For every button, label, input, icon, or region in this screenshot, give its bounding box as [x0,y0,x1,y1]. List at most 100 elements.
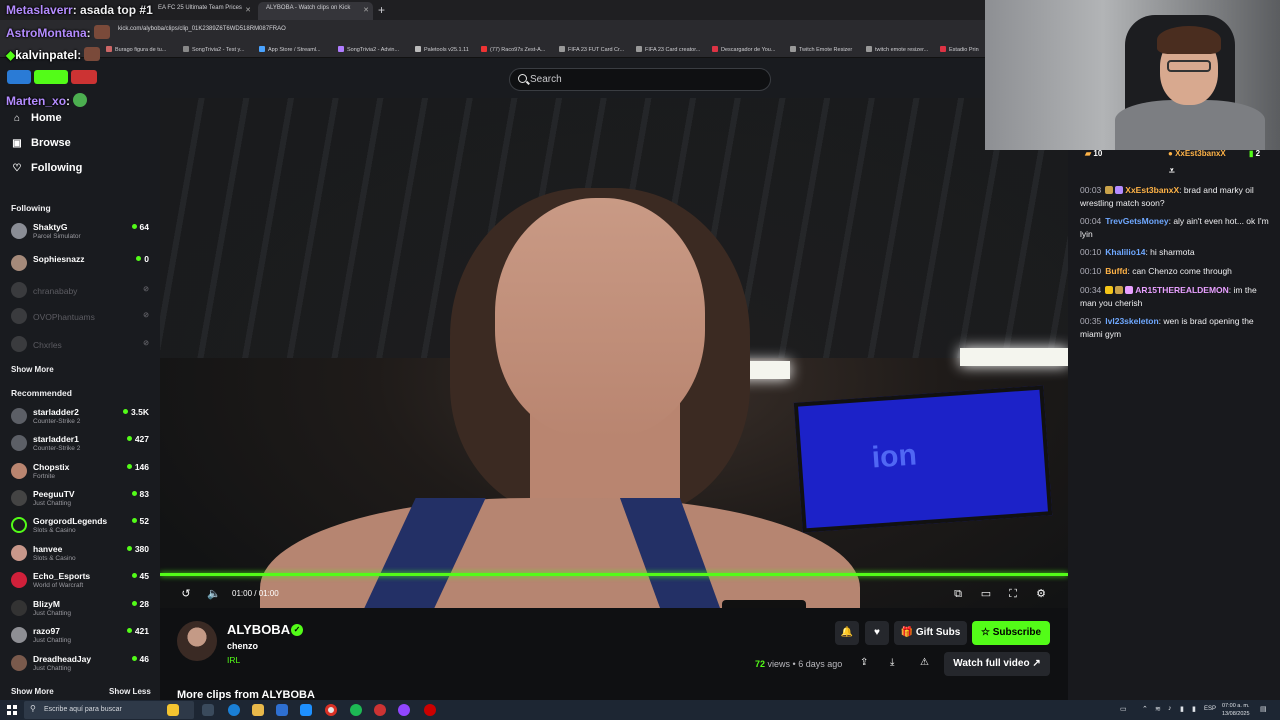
app-icon[interactable] [167,704,179,716]
ceiling-light [960,348,1068,366]
sidebar-channel-offline[interactable]: chranababy ⊘ [11,279,151,303]
browser-tab[interactable]: EA FC 25 Ultimate Team Prices ✕ [150,2,255,20]
sidebar-channel-offline[interactable]: OVOPhantuams ⊘ [11,305,151,329]
notification-icon[interactable]: ▤ [1260,705,1267,713]
progress-bar[interactable] [160,573,1068,576]
follow-heart-icon[interactable]: ♥ [865,621,889,645]
search-input[interactable]: Search [509,68,771,91]
search-icon: ⚲ [30,704,36,713]
chevron-up-icon[interactable]: ⌃ [1142,705,1148,713]
chat-username[interactable]: lvl23skeleton [1105,316,1158,326]
theater-icon[interactable]: ▭ [979,587,993,601]
sidebar-channel-offline[interactable]: Chxrles ⊘ [11,333,151,357]
streamer-avatar[interactable] [177,621,217,661]
sidebar-channel[interactable]: GorgorodLegends Slots & Casino 52 [11,514,151,538]
sidebar-channel[interactable]: Chopstix Fortnite 146 [11,460,151,484]
show-more-following[interactable]: Show More [11,365,54,374]
app-icon[interactable] [424,704,436,716]
fullscreen-icon[interactable]: ⛶ [1006,587,1020,601]
sidebar-channel[interactable]: hanvee Slots & Casino 380 [11,542,151,566]
browser-tab-active[interactable]: ALYBOBA - Watch clips on Kick ✕ [258,2,373,20]
bookmark-item[interactable]: FIFA 23 FUT Card Cr... [559,46,624,53]
chat-username[interactable]: XxEst3banxX [1125,185,1179,195]
sidebar-channel[interactable]: starladder1 Counter-Strike 2 427 [11,432,151,456]
show-less-recommended[interactable]: Show Less [109,687,151,696]
nav-browse[interactable]: ▣ Browse [11,137,70,149]
windows-start-icon[interactable] [7,705,17,715]
overlay-badge-icon: ◆ [6,48,16,62]
chat-username[interactable]: Khalilio14 [1105,247,1145,257]
chat-username[interactable]: TrevGetsMoney [1105,216,1168,226]
avatar [11,255,27,271]
pinned-icon[interactable]: ⩡ [1169,166,1175,177]
bookmark-item[interactable]: Burago figura de tu... [106,46,166,53]
replay-icon[interactable]: ↺ [179,587,193,601]
new-tab-icon[interactable]: + [378,3,385,17]
sidebar-channel[interactable]: DreadheadJay Just Chatting 46 [11,652,151,676]
address-bar[interactable]: kick.com/alyboba/clips/clip_01K2389Z6T6W… [0,20,985,41]
sidebar-channel[interactable]: ShaktyG Parcel Simulator 64 [11,220,151,244]
bookmark-item[interactable]: FIFA 23 Card creator... [636,46,700,53]
chrome-icon[interactable] [325,704,337,716]
bookmark-item[interactable]: App Store / Streaml... [259,46,321,53]
nav-home[interactable]: ⌂ Home [11,112,62,124]
bookmark-item[interactable]: SongTrivia2 - Advin... [338,46,399,53]
settings-icon[interactable]: ⚙ [1034,587,1048,601]
overlay-user: Metaslaverr [6,3,73,17]
webcam-overlay [985,0,1280,150]
sidebar-channel[interactable]: Sophiesnazz 0 [11,252,151,276]
network-icon[interactable]: ≋ [1155,705,1161,713]
volume-icon[interactable]: 🔈 [207,587,221,601]
subscribe-button[interactable]: ☆ Subscribe [972,621,1050,645]
app-icon[interactable] [276,704,288,716]
bookmark-item[interactable]: Paletools v25.1.11 [415,46,469,53]
system-clock[interactable]: 07:00 a. m. 13/08/2025 [1222,702,1250,718]
bookmark-item[interactable]: (77) Raco97s Zest-A... [481,46,545,53]
language-indicator[interactable]: ESP [1204,706,1216,712]
streamer-name[interactable]: ALYBOBA [227,622,290,637]
notification-bell-icon[interactable]: 🔔 [835,621,859,645]
task-view-icon[interactable] [202,704,214,716]
chat-username[interactable]: Buffd [1105,266,1127,276]
channel-category: Slots & Casino [33,555,76,562]
tray-icon[interactable]: ▮ [1192,705,1196,713]
app-icon[interactable] [300,704,312,716]
gift-subs-button[interactable]: 🎁 Gift Subs [894,621,967,645]
clip-category[interactable]: IRL [227,655,240,665]
close-icon[interactable]: ✕ [363,6,369,14]
edge-icon[interactable] [228,704,240,716]
report-icon[interactable]: ⚠ [920,657,929,668]
shoulders [260,498,860,608]
sidebar-channel[interactable]: Echo_Esports World of Warcraft 45 [11,569,151,593]
chat-username[interactable]: AR15THEREALDEMON [1135,285,1229,295]
download-icon[interactable]: ⤓ [890,657,894,668]
sidebar-channel[interactable]: razo97 Just Chatting 421 [11,624,151,648]
video-player[interactable]: ion ↺ 🔈 01:00 / 01:00 ⧉ ▭ ⛶ ⚙ [160,98,1068,608]
show-more-recommended[interactable]: Show More [11,687,54,696]
bookmark-item[interactable]: SongTrivia2 - Test y... [183,46,244,53]
app-icon[interactable] [398,704,410,716]
pip-icon[interactable]: ⧉ [951,587,965,601]
file-explorer-icon[interactable] [252,704,264,716]
bookmark-item[interactable]: Estadio Prin [940,46,979,53]
emote-icon [71,70,97,84]
volume-icon[interactable]: ♪ [1168,705,1172,712]
bookmark-item[interactable]: twitch emote resizer... [866,46,928,53]
nav-following[interactable]: ♡ Following [11,162,83,174]
spotify-icon[interactable] [350,704,362,716]
overlay-emotes [4,70,97,85]
overlay-chat-line: AstroMontana: [6,25,110,40]
tray-icon[interactable]: ▮ [1180,705,1184,713]
overlay-user: Marten_xo [6,94,67,108]
app-icon[interactable] [374,704,386,716]
close-icon[interactable]: ✕ [245,6,251,14]
tray-icon[interactable]: ▭ [1120,705,1127,713]
sidebar-channel[interactable]: starladder2 Counter-Strike 2 3.5K [11,405,151,429]
url-text[interactable]: kick.com/alyboba/clips/clip_01K2389Z6T6W… [118,26,286,32]
sidebar-channel[interactable]: BlizyM Just Chatting 28 [11,597,151,621]
bookmark-item[interactable]: Twitch Emote Resizer [790,46,852,53]
bookmark-item[interactable]: Descargador de You... [712,46,775,53]
watch-full-video-button[interactable]: Watch full video ↗ [944,652,1050,676]
sidebar-channel[interactable]: PeeguuTV Just Chatting 83 [11,487,151,511]
share-icon[interactable]: ⇪ [860,657,868,668]
